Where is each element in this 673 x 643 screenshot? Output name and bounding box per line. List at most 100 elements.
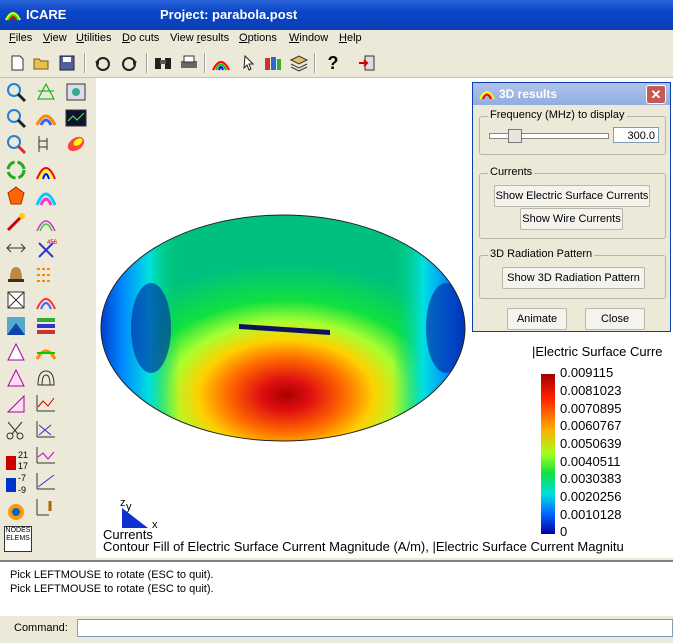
arrows-icon[interactable] [4, 236, 28, 260]
menu-utilities[interactable]: Utilities [76, 32, 111, 44]
books-icon[interactable] [262, 52, 284, 74]
plot-ramp-icon[interactable] [34, 470, 58, 494]
color-scale-swatch: 21 17 -7 -9 [6, 450, 30, 496]
bell-icon[interactable] [4, 262, 28, 286]
command-label: Command: [14, 622, 68, 634]
binoculars-icon[interactable] [152, 52, 174, 74]
prism-icon[interactable] [4, 366, 28, 390]
command-bar: Command: [0, 616, 673, 643]
show-surface-currents-button[interactable]: Show Electric Surface Currents [494, 185, 650, 207]
dialog-title-bar[interactable]: 3D results ✕ [473, 83, 670, 105]
plot-lines-icon[interactable] [34, 392, 58, 416]
legend-color-bar [541, 374, 555, 534]
slider-thumb[interactable] [508, 129, 522, 143]
plot-multi-icon[interactable] [34, 444, 58, 468]
dialog-title: 3D results [499, 87, 558, 101]
rainbow-icon[interactable] [210, 52, 232, 74]
menu-view[interactable]: View [43, 32, 67, 44]
chart-wedge-icon[interactable] [4, 392, 28, 416]
cursor-pick-icon[interactable] [238, 52, 260, 74]
rainbow-mesh-icon[interactable] [34, 106, 58, 130]
layers-icon[interactable] [288, 52, 310, 74]
tree-icon[interactable] [34, 132, 58, 156]
printer-icon[interactable] [178, 52, 200, 74]
dialog-close-button[interactable]: ✕ [646, 85, 666, 104]
menu-window[interactable]: Window [289, 32, 328, 44]
save-disk-icon[interactable] [56, 52, 78, 74]
scale-value-3: -7 [18, 473, 27, 483]
cube-icon[interactable] [4, 288, 28, 312]
frequency-value-field[interactable]: 300.0 [613, 127, 659, 143]
menu-bar: Files View Utilities Do cuts View result… [0, 30, 673, 48]
results-dialog: 3D results ✕ Frequency (MHz) to display … [472, 82, 671, 332]
scale-value-2: 17 [18, 461, 29, 471]
menu-options[interactable]: Options [239, 32, 277, 44]
view-settings-icon[interactable] [64, 80, 88, 104]
spectrum-icon[interactable] [34, 184, 58, 208]
menu-files[interactable]: Files [9, 32, 32, 44]
legend-value: 0.0060767 [560, 418, 622, 433]
legend-value: 0.0010128 [560, 507, 622, 522]
icare-logo-icon [5, 12, 21, 21]
frequency-label: Frequency (MHz) to display [488, 109, 627, 121]
exit-icon[interactable] [356, 52, 378, 74]
radiation-group-label: 3D Radiation Pattern [488, 248, 595, 260]
triangle-icon[interactable] [4, 340, 28, 364]
menu-do-cuts[interactable]: Do cuts [122, 32, 159, 44]
open-folder-icon[interactable] [30, 52, 52, 74]
nodes-elems-button[interactable]: NODES ELEMS [4, 526, 32, 552]
help-question-icon[interactable]: ? [322, 52, 344, 74]
rotate-left-icon[interactable] [92, 52, 114, 74]
wireframe-icon[interactable] [34, 80, 58, 104]
zoom-icon[interactable] [4, 80, 28, 104]
animate-button[interactable]: Animate [507, 308, 567, 330]
legend-value: 0.0081023 [560, 383, 622, 398]
zoom-out-icon[interactable] [4, 106, 28, 130]
pan-icon[interactable] [4, 132, 28, 156]
show-radiation-pattern-button[interactable]: Show 3D Radiation Pattern [502, 267, 645, 289]
new-file-icon[interactable] [6, 52, 28, 74]
main-toolbar: ? [0, 49, 673, 78]
currents-group-label: Currents [488, 166, 535, 178]
axis-z-label: z [120, 497, 126, 509]
legend-value: 0.0070895 [560, 401, 622, 416]
color-burst-icon[interactable] [4, 500, 28, 524]
close-button[interactable]: Close [585, 308, 645, 330]
legend-value: 0.009115 [560, 365, 614, 380]
dialog-logo-icon [479, 91, 495, 100]
shell-icon[interactable] [34, 366, 58, 390]
scale-value-4: -9 [18, 485, 27, 495]
status-log: Pick LEFTMOUSE to rotate (ESC to quit). … [0, 560, 673, 618]
axis-y-label: y [126, 501, 132, 513]
show-wire-currents-button[interactable]: Show Wire Currents [520, 208, 623, 230]
recycle-icon[interactable] [4, 158, 28, 182]
command-input[interactable] [77, 619, 673, 637]
scale-value-1: 21 [18, 450, 29, 460]
legend-value: 0 [560, 524, 568, 539]
left-tool-palette: 456 21 17 -7 -9 NODES ELEMS [0, 78, 96, 558]
legend-value: 0.0020256 [560, 489, 622, 504]
arc-lines-icon[interactable] [34, 210, 58, 234]
project-title: Project: parabola.post [160, 7, 298, 22]
bands-icon[interactable] [34, 340, 58, 364]
close-icon: ✕ [650, 86, 662, 102]
surface-view-icon[interactable] [4, 314, 28, 338]
rotate-right-icon[interactable] [118, 52, 140, 74]
plot-brush-icon[interactable] [34, 496, 58, 520]
arrow-path-icon[interactable] [34, 262, 58, 286]
numbers-cross-icon[interactable]: 456 [34, 236, 58, 260]
scissors-icon[interactable] [4, 418, 28, 442]
menu-help[interactable]: Help [339, 32, 362, 44]
graph-icon[interactable] [64, 106, 88, 130]
menu-view-results[interactable]: View results [170, 32, 229, 44]
legend-title: |Electric Surface Curre [532, 344, 663, 359]
wand-icon[interactable] [4, 210, 28, 234]
plot-cross-icon[interactable] [34, 418, 58, 442]
color-blob-icon[interactable] [64, 132, 88, 156]
frequency-slider[interactable] [489, 129, 609, 143]
stack-icon[interactable] [34, 314, 58, 338]
rainbow-arc-icon[interactable] [34, 158, 58, 182]
polygon-icon[interactable] [4, 184, 28, 208]
title-bar: ICARE Project: parabola.post [0, 0, 673, 30]
rainbow-mini-icon[interactable] [34, 288, 58, 312]
